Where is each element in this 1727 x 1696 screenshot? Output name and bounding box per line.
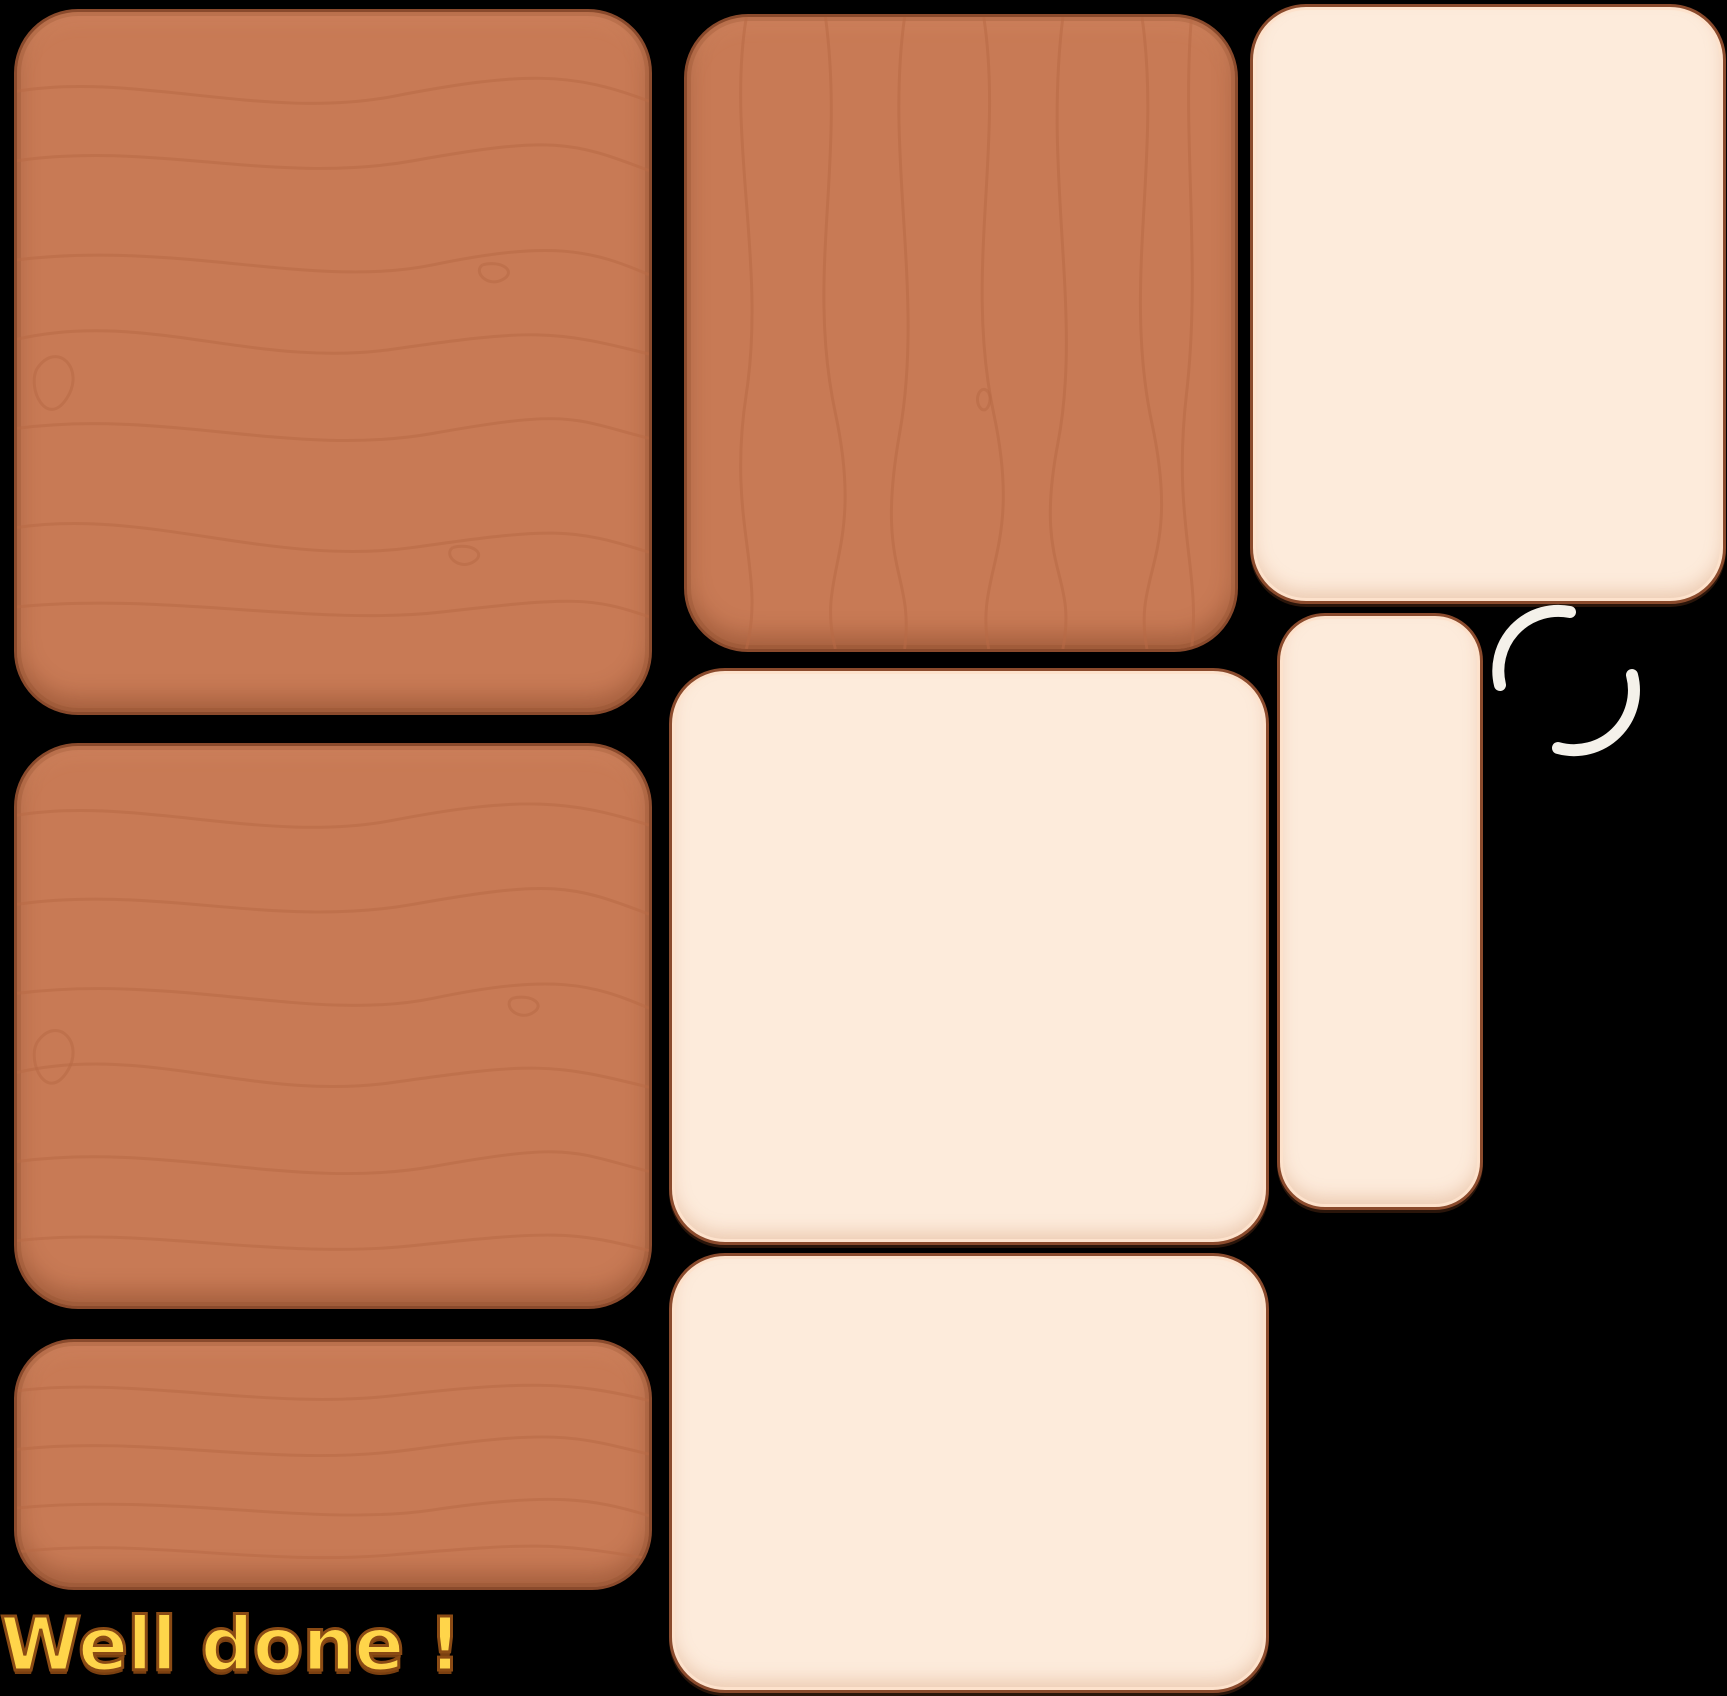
wood-grain-pattern (17, 76, 649, 619)
wood-tile-square-vertical-grain (684, 14, 1238, 652)
wood-tile-wide-bottom (14, 1339, 652, 1590)
loading-spinner-icon (1492, 604, 1640, 757)
cream-panel-center-large (669, 668, 1269, 1245)
wood-tile-large-middle (14, 743, 652, 1309)
wood-grain-pattern (17, 802, 649, 1253)
cream-panel-bottom-center (669, 1253, 1269, 1693)
cream-panel-top-right (1250, 4, 1726, 604)
wood-tile-large-top (14, 9, 652, 715)
wood-grain-pattern (17, 1383, 649, 1561)
cream-panel-narrow (1277, 613, 1483, 1210)
well-done-banner-text: Well done ! (0, 1602, 463, 1688)
wood-grain-pattern (739, 17, 1195, 649)
